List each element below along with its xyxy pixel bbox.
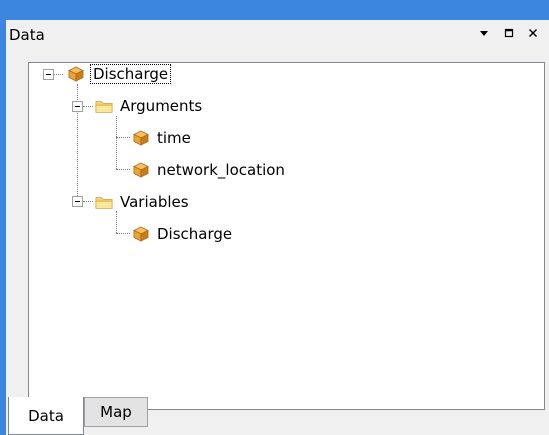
- tree-line: [83, 106, 93, 107]
- collapse-toggle-variables[interactable]: [72, 196, 83, 207]
- tree-node-label: network_location: [157, 161, 285, 179]
- tree-node-arguments[interactable]: Arguments: [95, 94, 204, 118]
- panel-titlebar: Data: [6, 20, 549, 48]
- tree-node-label: Variables: [120, 193, 189, 211]
- tree-node-variables[interactable]: Variables: [95, 190, 191, 214]
- folder-icon: [95, 193, 113, 211]
- tree-node-discharge-root[interactable]: Discharge: [67, 62, 172, 86]
- minus-icon: [75, 201, 80, 202]
- panel-tab-bar: Data Map: [6, 390, 549, 435]
- tree-line: [83, 201, 93, 202]
- close-icon: [529, 29, 537, 37]
- cube-icon: [132, 225, 150, 243]
- caret-down-icon: [480, 31, 488, 36]
- tree-node-label: Arguments: [120, 97, 203, 115]
- collapse-toggle-root[interactable]: [43, 69, 54, 80]
- tree-line: [116, 116, 117, 169]
- tree-node-label: Discharge: [90, 64, 172, 84]
- restore-button[interactable]: [501, 23, 517, 43]
- data-tree[interactable]: Discharge Arguments time network_locatio…: [28, 62, 545, 410]
- close-button[interactable]: [525, 23, 541, 43]
- tree-line: [116, 137, 130, 138]
- tree-node-network-location[interactable]: network_location: [132, 158, 287, 182]
- tree-node-time[interactable]: time: [132, 126, 193, 150]
- tree-node-discharge-variable[interactable]: Discharge: [132, 222, 234, 246]
- app-window: Data Discharge Arguments time network_lo…: [0, 0, 549, 435]
- minus-icon: [75, 106, 80, 107]
- tree-node-label: time: [157, 129, 191, 147]
- collapse-toggle-arguments[interactable]: [72, 101, 83, 112]
- cube-icon: [132, 129, 150, 147]
- cube-icon: [67, 65, 85, 83]
- restore-icon: [504, 28, 514, 38]
- cube-icon: [132, 161, 150, 179]
- tree-line: [116, 211, 117, 233]
- tab-map[interactable]: Map: [84, 397, 148, 427]
- data-panel: Data Discharge Arguments time network_lo…: [6, 20, 549, 435]
- tree-node-label: Discharge: [157, 225, 233, 243]
- minus-icon: [46, 74, 51, 75]
- tree-line: [116, 233, 130, 234]
- dropdown-button[interactable]: [476, 23, 492, 43]
- tab-data[interactable]: Data: [8, 397, 84, 435]
- tree-line: [116, 169, 130, 170]
- folder-icon: [95, 97, 113, 115]
- panel-title: Data: [9, 26, 45, 44]
